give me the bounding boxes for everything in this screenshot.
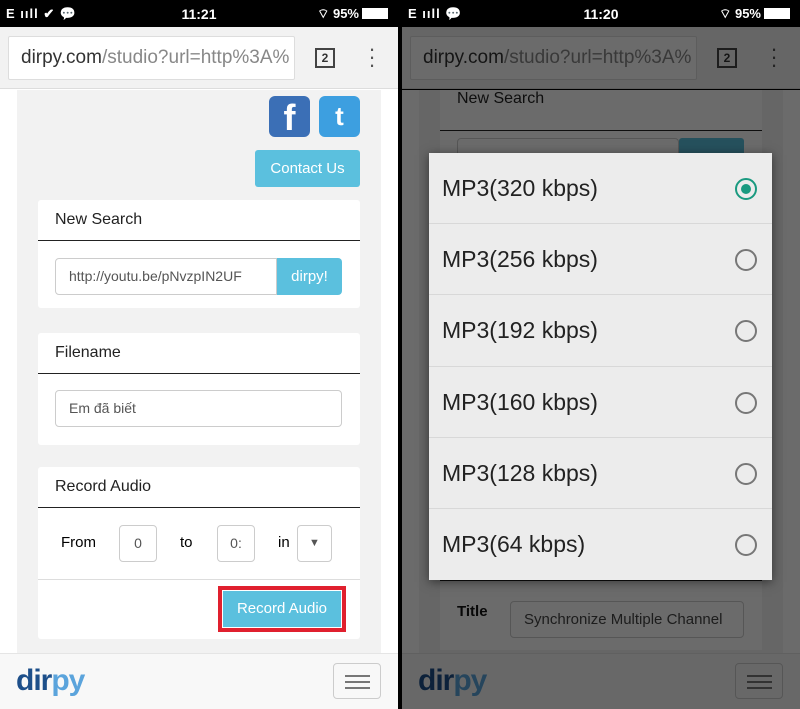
right-screen: E ııll 💬 11:20 ⌔ 95% dirpy.com/studio?ur… [402, 0, 800, 709]
from-input[interactable]: 0 [119, 525, 157, 562]
twitter-icon[interactable]: t [319, 96, 360, 137]
radio-icon[interactable] [735, 462, 757, 485]
option-label: MP3(128 kbps) [442, 459, 598, 486]
highlight-box: Record Audio [218, 586, 346, 632]
bitrate-option[interactable]: MP3(320 kbps) [429, 153, 772, 225]
address-bar[interactable]: dirpy.com/studio?url=http%3A% [410, 36, 697, 80]
bitrate-option[interactable]: MP3(64 kbps) [429, 509, 772, 580]
filename-input[interactable]: Em đã biết [55, 390, 342, 427]
battery-status: ⌔ 95% [719, 6, 790, 22]
option-label: MP3(64 kbps) [442, 530, 586, 557]
footer-bar: dirpy [0, 653, 398, 709]
record-audio-card: Record Audio From 0 to 0: in ▼ Record Au… [38, 467, 360, 639]
more-menu-icon[interactable]: · · · [769, 38, 779, 76]
footer-bar: dirpy [402, 653, 800, 709]
bitrate-picker-dialog: MP3(320 kbps) MP3(256 kbps) MP3(192 kbps) M… [429, 153, 772, 580]
battery-status: ⌔ 95% [317, 6, 388, 22]
title-label: Title [457, 603, 488, 620]
radio-icon[interactable] [735, 391, 757, 414]
status-bar: E ııll 💬 11:20 ⌔ 95% [402, 0, 800, 27]
search-url-input[interactable]: http://youtu.be/pNvzpIN2UF [55, 258, 277, 295]
filename-card: Filename Em đã biết [38, 333, 360, 445]
hamburger-menu-icon[interactable] [333, 663, 381, 699]
new-search-card: New Search http://youtu.be/pNvzpIN2UF di… [38, 200, 360, 308]
dirpy-logo[interactable]: dirpy [418, 664, 487, 698]
bitrate-option[interactable]: MP3(256 kbps) [429, 224, 772, 296]
radio-icon[interactable] [735, 533, 757, 556]
dirpy-button[interactable]: dirpy! [277, 258, 342, 295]
in-label: in [278, 534, 290, 551]
radio-selected-icon[interactable] [735, 178, 757, 200]
facebook-icon[interactable]: f [269, 96, 310, 138]
battery-icon [764, 8, 790, 19]
record-audio-button[interactable]: Record Audio [223, 591, 341, 627]
to-label: to [180, 534, 193, 551]
option-label: MP3(160 kbps) [442, 388, 598, 415]
battery-icon [362, 8, 388, 19]
bitrate-option[interactable]: MP3(192 kbps) [429, 295, 772, 367]
more-menu-icon[interactable]: · · · [367, 38, 377, 76]
card-title: New Search [38, 200, 360, 241]
card-title: New Search [440, 90, 762, 131]
option-label: MP3(192 kbps) [442, 317, 598, 344]
status-bar: E ııll ✔ 💬 11:21 ⌔ 95% [0, 0, 398, 27]
left-screen: E ııll ✔ 💬 11:21 ⌔ 95% dirpy.com/studio?… [0, 0, 398, 709]
title-input[interactable]: Synchronize Multiple Channel [510, 601, 744, 638]
bitrate-option[interactable]: MP3(160 kbps) [429, 367, 772, 438]
page-content: f t Contact Us New Search http://youtu.b… [0, 90, 398, 653]
contact-us-button[interactable]: Contact Us [255, 150, 360, 187]
wifi-icon: ⌔ [719, 6, 735, 21]
dirpy-logo[interactable]: dirpy [16, 664, 85, 698]
to-input[interactable]: 0: [217, 525, 255, 562]
tab-switcher-button[interactable]: 2 [717, 48, 737, 68]
hamburger-menu-icon[interactable] [735, 663, 783, 699]
from-label: From [61, 534, 96, 551]
wifi-icon: ⌔ [317, 6, 333, 21]
option-label: MP3(256 kbps) [442, 246, 598, 273]
address-bar[interactable]: dirpy.com/studio?url=http%3A% [8, 36, 295, 80]
browser-toolbar: dirpy.com/studio?url=http%3A% 2 · · · [0, 27, 398, 89]
card-title: Record Audio [38, 467, 360, 508]
browser-toolbar: dirpy.com/studio?url=http%3A% 2 · · · [402, 27, 800, 89]
radio-icon[interactable] [735, 249, 757, 272]
bitrate-option[interactable]: MP3(128 kbps) [429, 438, 772, 509]
card-title: Filename [38, 333, 360, 374]
option-label: MP3(320 kbps) [442, 175, 598, 201]
format-select[interactable]: ▼ [297, 525, 332, 562]
tab-switcher-button[interactable]: 2 [315, 48, 335, 68]
radio-icon[interactable] [735, 320, 757, 343]
